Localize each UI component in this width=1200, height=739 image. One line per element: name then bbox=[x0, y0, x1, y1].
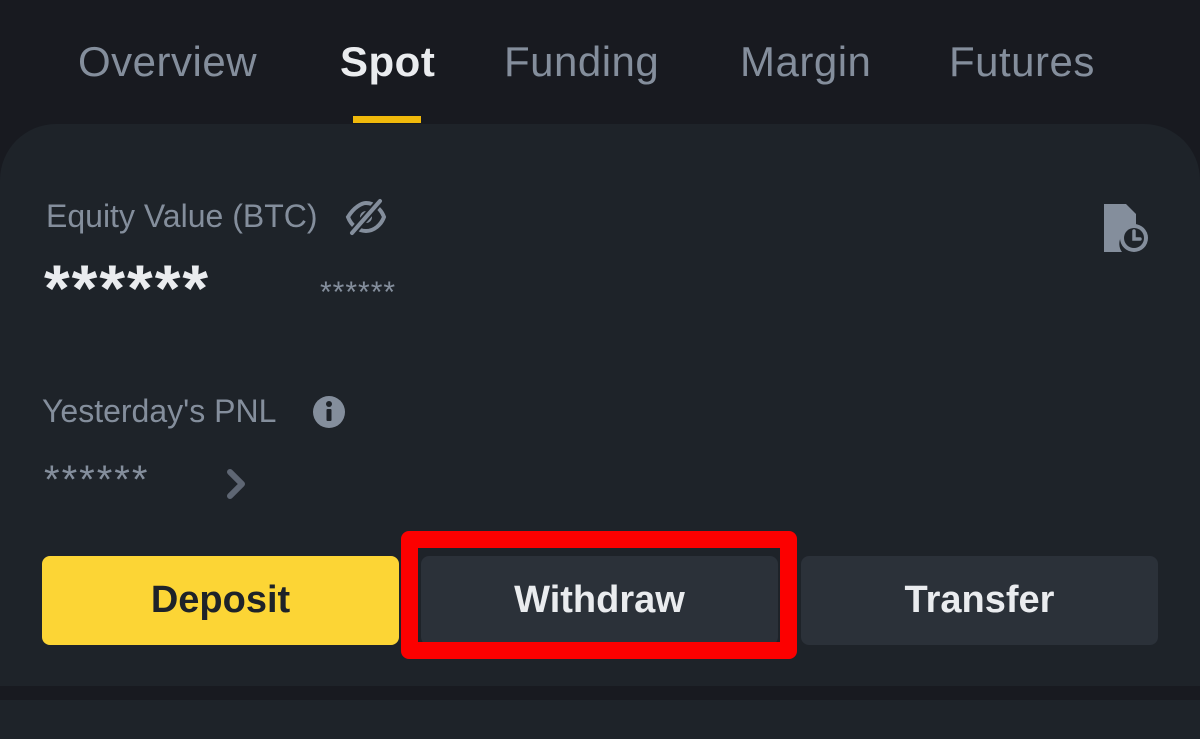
next-section-panel bbox=[0, 700, 1200, 739]
account-tabs: Overview Spot Funding Margin Futures bbox=[0, 0, 1200, 124]
pnl-value-hidden: ****** bbox=[44, 458, 150, 502]
equity-value-label: Equity Value (BTC) bbox=[46, 198, 318, 234]
tab-margin[interactable]: Margin bbox=[740, 38, 871, 86]
active-tab-indicator bbox=[353, 116, 421, 123]
section-divider bbox=[0, 686, 1200, 700]
deposit-button[interactable]: Deposit bbox=[42, 556, 399, 645]
equity-fiat-value-hidden: ****** bbox=[320, 276, 397, 309]
info-icon[interactable] bbox=[312, 395, 346, 429]
eye-off-icon[interactable] bbox=[344, 197, 388, 237]
tab-funding[interactable]: Funding bbox=[504, 38, 659, 86]
tab-overview[interactable]: Overview bbox=[78, 38, 257, 86]
history-icon[interactable] bbox=[1100, 200, 1150, 256]
tab-spot[interactable]: Spot bbox=[340, 38, 435, 86]
withdraw-button[interactable]: Withdraw bbox=[421, 556, 778, 645]
tab-futures[interactable]: Futures bbox=[949, 38, 1095, 86]
yesterday-pnl-label: Yesterday's PNL bbox=[42, 393, 277, 429]
chevron-right-icon[interactable] bbox=[224, 466, 250, 502]
transfer-button[interactable]: Transfer bbox=[801, 556, 1158, 645]
equity-value-hidden: ****** bbox=[44, 251, 211, 325]
